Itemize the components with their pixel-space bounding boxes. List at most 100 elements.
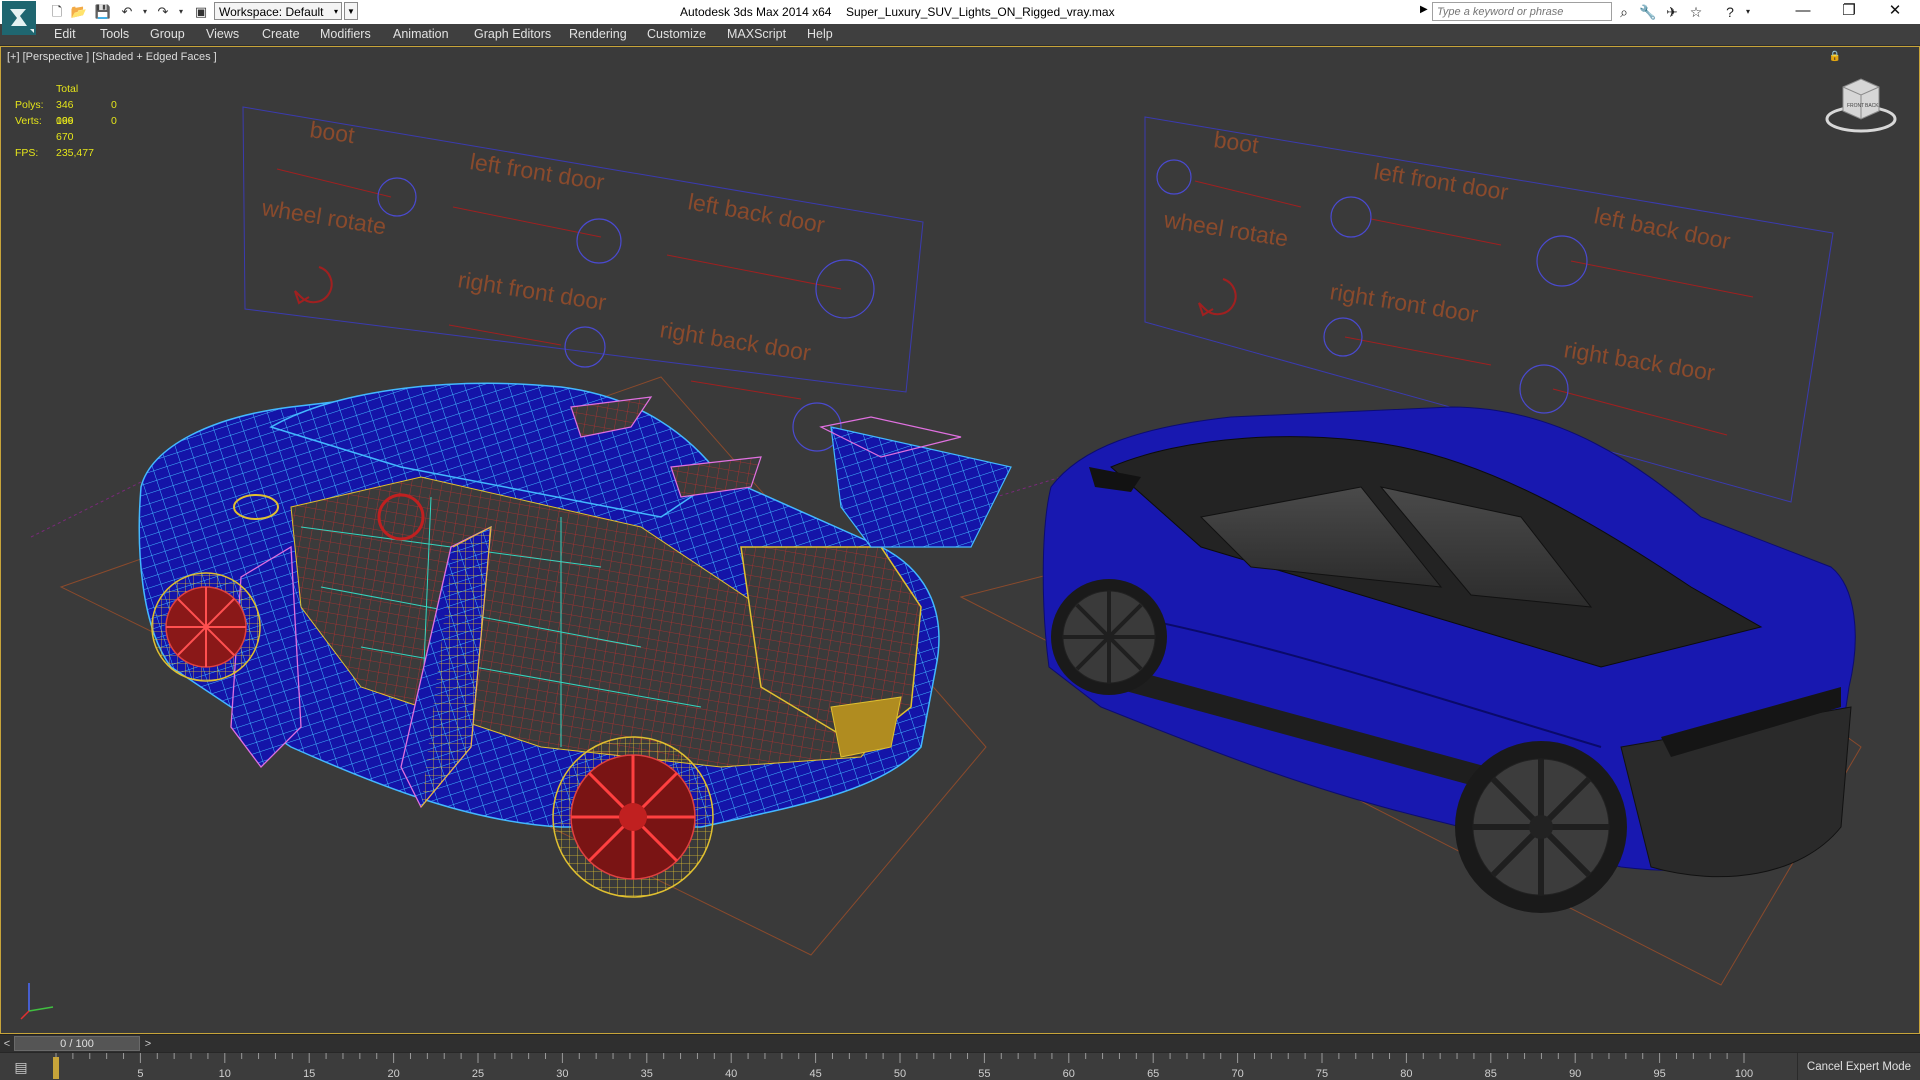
shaded-rear-wheel (1455, 741, 1627, 913)
ruler-tick-label: 100 (1735, 1068, 1753, 1080)
open-file-icon[interactable]: 📂 (70, 3, 88, 21)
track-bar[interactable]: 0510152025303540455055606570758085909510… (0, 1052, 1920, 1080)
rig-handle-left-back-door[interactable] (815, 259, 875, 319)
shaded-front-wheel (1051, 579, 1167, 695)
favorites-star-icon[interactable]: ☆ (1686, 2, 1706, 22)
menu-graph-editors[interactable]: Graph Editors (474, 27, 551, 41)
rig-handle-boot-right[interactable] (1156, 159, 1192, 195)
cancel-expert-mode-button[interactable]: Cancel Expert Mode (1797, 1053, 1920, 1080)
redo-dropdown-icon[interactable]: ▾ (172, 3, 190, 21)
communication-center-icon[interactable]: ✈ (1662, 2, 1682, 22)
rig-handle-left-front-door-right[interactable] (1330, 196, 1372, 238)
search-expand-icon[interactable]: ▶ (1420, 4, 1428, 15)
mini-curve-editor-icon[interactable]: ▤ (8, 1057, 34, 1077)
rig-label-boot: boot (308, 116, 357, 148)
rig-label-wheel-rotate: wheel rotate (259, 194, 388, 239)
rig-handle-right-front-door-right[interactable] (1323, 317, 1363, 357)
project-folder-icon[interactable]: ▣ (192, 3, 210, 21)
ruler-tick-label: 25 (472, 1068, 484, 1080)
viewcube-icon[interactable]: FRONT BACK (1821, 67, 1901, 137)
rig-handle-right-back-door-right[interactable] (1519, 364, 1569, 414)
ruler-tick-label: 30 (556, 1068, 568, 1080)
menu-modifiers[interactable]: Modifiers (320, 27, 371, 41)
wireframe-front-wheel (151, 572, 261, 682)
ruler-tick-label: 75 (1316, 1068, 1328, 1080)
scene-canvas[interactable]: boot left front door left back door whee… (1, 47, 1920, 1034)
app-logo-icon[interactable] (2, 1, 36, 35)
ruler-tick-label: 40 (725, 1068, 737, 1080)
wireframe-suv-model[interactable] (138, 382, 1012, 898)
binoculars-icon[interactable]: ⌕ (1614, 2, 1634, 22)
ruler-tick-label: 15 (303, 1068, 315, 1080)
help-icon[interactable]: ? (1720, 2, 1740, 22)
ruler-tick-label: 80 (1400, 1068, 1412, 1080)
workspace-label: Workspace: Default (219, 5, 324, 19)
save-icon[interactable]: 💾 (94, 3, 112, 21)
ruler-tick-label: 10 (219, 1068, 231, 1080)
menu-maxscript[interactable]: MAXScript (727, 27, 786, 41)
menu-views[interactable]: Views (206, 27, 239, 41)
stats-verts-selected: 0 (111, 115, 117, 127)
viewport-label[interactable]: [+] [Perspective ] [Shaded + Edged Faces… (7, 51, 217, 63)
ruler-tick-label: 60 (1063, 1068, 1075, 1080)
stats-fps-label: FPS: (15, 147, 39, 159)
menu-customize[interactable]: Customize (647, 27, 706, 41)
subscription-icon[interactable]: 🔧 (1638, 2, 1658, 22)
rig-handle-right-front-door[interactable] (564, 326, 606, 368)
menu-edit[interactable]: Edit (54, 27, 76, 41)
menu-rendering[interactable]: Rendering (569, 27, 627, 41)
new-file-icon[interactable]: 🗋 (48, 3, 66, 21)
rig-label-left-back-door: left back door (686, 188, 827, 238)
close-button[interactable]: ✕ (1872, 0, 1918, 24)
rig-label-left-front-door: left front door (468, 148, 606, 195)
shaded-suv-model[interactable] (1042, 406, 1856, 913)
quick-access-dropdown[interactable]: ▼ (344, 2, 358, 20)
track-bar-ruler[interactable]: 0510152025303540455055606570758085909510… (0, 1053, 1798, 1080)
time-slider[interactable]: < 0 / 100 > (0, 1034, 1920, 1053)
help-dropdown-icon[interactable]: ▾ (1738, 2, 1758, 22)
ruler-tick-label: 70 (1231, 1068, 1243, 1080)
rig-handle-left-front-door[interactable] (576, 218, 622, 264)
wireframe-rear-wheel (552, 736, 714, 898)
perspective-viewport[interactable]: boot left front door left back door whee… (0, 46, 1920, 1034)
rig-handle-wheel-rotate[interactable] (294, 266, 333, 305)
ruler-tick-label: 20 (387, 1068, 399, 1080)
minimize-button[interactable]: — (1780, 0, 1826, 24)
stats-polys-selected: 0 (111, 99, 117, 111)
rig-label-right-back-door-right: right back door (1562, 336, 1717, 386)
undo-dropdown-icon[interactable]: ▾ (136, 3, 154, 21)
search-input[interactable] (1432, 2, 1612, 21)
menu-group[interactable]: Group (150, 27, 185, 41)
menu-bar: Edit Tools Group Views Create Modifiers … (0, 24, 1920, 46)
restore-button[interactable]: ❐ (1826, 0, 1872, 24)
ruler-tick-label: 90 (1569, 1068, 1581, 1080)
stats-verts-label: Verts: (15, 115, 42, 127)
stats-fps-value: 235,477 (56, 147, 94, 159)
rig-label-boot-right: boot (1212, 126, 1261, 158)
undo-icon[interactable]: ↶ (118, 3, 136, 21)
rig-handle-boot[interactable] (377, 177, 417, 217)
rig-label-right-front-door: right front door (456, 266, 608, 315)
time-slider-prev-button[interactable]: < (0, 1035, 14, 1053)
lock-icon[interactable]: 🔒 (1829, 51, 1841, 62)
menu-animation[interactable]: Animation (393, 27, 449, 41)
time-slider-next-button[interactable]: > (141, 1035, 155, 1053)
stats-polys-label: Polys: (15, 99, 44, 111)
rig-handle-left-back-door-right[interactable] (1536, 235, 1588, 287)
file-name: Super_Luxury_SUV_Lights_ON_Rigged_vray.m… (846, 5, 1115, 19)
rig-label-wheel-rotate-right: wheel rotate (1161, 206, 1290, 251)
stats-total-label: Total (56, 83, 79, 95)
rig-label-left-back-door-right: left back door (1592, 202, 1733, 254)
redo-icon[interactable]: ↷ (154, 3, 172, 21)
menu-tools[interactable]: Tools (100, 27, 129, 41)
rig-handle-wheel-rotate-right[interactable] (1198, 278, 1237, 317)
time-slider-thumb[interactable]: 0 / 100 (14, 1036, 140, 1051)
menu-create[interactable]: Create (262, 27, 300, 41)
ruler-tick-label: 85 (1485, 1068, 1497, 1080)
rig-label-left-front-door-right: left front door (1372, 158, 1510, 205)
axis-tripod-icon (20, 983, 54, 1020)
menu-help[interactable]: Help (807, 27, 833, 41)
title-bar: 🗋 📂 💾 ↶ ▾ ↷ ▾ ▣ Workspace: Default ▾ ▼ A… (0, 0, 1920, 35)
current-frame-marker[interactable] (53, 1057, 59, 1079)
workspace-selector[interactable]: Workspace: Default ▾ (214, 2, 342, 20)
